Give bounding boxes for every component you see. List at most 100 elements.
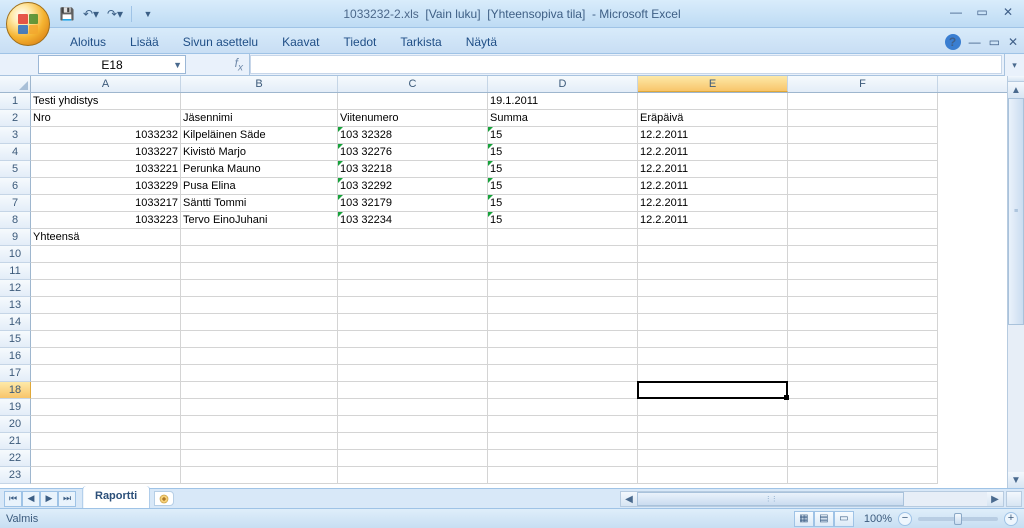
sheet-tab-raportti[interactable]: Raportti (82, 486, 150, 509)
cell[interactable] (338, 399, 488, 416)
cell[interactable] (181, 229, 338, 246)
cell[interactable] (31, 348, 181, 365)
row-header[interactable]: 4 (0, 144, 31, 161)
row-header[interactable]: 6 (0, 178, 31, 195)
cell[interactable] (181, 297, 338, 314)
workbook-minimize-button[interactable]: — (969, 35, 981, 49)
cell[interactable]: 1033232 (31, 127, 181, 144)
cell[interactable]: 15 (488, 144, 638, 161)
save-icon[interactable]: 💾 (56, 4, 78, 24)
cell[interactable] (488, 229, 638, 246)
prev-sheet-button[interactable]: ◀ (22, 491, 40, 507)
row-header[interactable]: 23 (0, 467, 31, 484)
cell[interactable]: Yhteensä (31, 229, 181, 246)
first-sheet-button[interactable]: ⏮ (4, 491, 22, 507)
cell[interactable]: 1033223 (31, 212, 181, 229)
cell[interactable] (638, 382, 788, 399)
cell[interactable] (338, 365, 488, 382)
vertical-scroll-thumb[interactable]: ≡ (1008, 98, 1024, 325)
workbook-restore-button[interactable]: ▭ (989, 35, 1000, 49)
cell[interactable] (638, 365, 788, 382)
name-box-dropdown-icon[interactable]: ▼ (173, 60, 182, 70)
cell[interactable]: Säntti Tommi (181, 195, 338, 212)
name-box[interactable]: E18 ▼ (38, 55, 186, 74)
row-header[interactable]: 12 (0, 280, 31, 297)
cell[interactable] (788, 161, 938, 178)
cell[interactable] (638, 246, 788, 263)
cell[interactable] (338, 263, 488, 280)
cell[interactable] (181, 399, 338, 416)
cell[interactable] (488, 467, 638, 484)
row-header[interactable]: 16 (0, 348, 31, 365)
zoom-in-button[interactable]: + (1004, 512, 1018, 526)
cell[interactable]: Nro (31, 110, 181, 127)
cell[interactable] (788, 93, 938, 110)
scroll-up-icon[interactable]: ▲ (1008, 82, 1024, 98)
cell[interactable]: 12.2.2011 (638, 161, 788, 178)
row-header[interactable]: 21 (0, 433, 31, 450)
cell[interactable]: Perunka Mauno (181, 161, 338, 178)
cell[interactable]: 15 (488, 195, 638, 212)
horizontal-split-handle[interactable] (1006, 491, 1022, 507)
view-normal-button[interactable]: ▦ (794, 511, 814, 527)
cell[interactable] (31, 263, 181, 280)
cell[interactable] (788, 399, 938, 416)
cell[interactable]: 15 (488, 178, 638, 195)
workbook-close-button[interactable]: ✕ (1008, 35, 1018, 49)
cell[interactable] (788, 382, 938, 399)
cell[interactable] (788, 212, 938, 229)
row-header[interactable]: 15 (0, 331, 31, 348)
cell[interactable]: 103 32292 (338, 178, 488, 195)
cell[interactable] (488, 246, 638, 263)
fx-icon[interactable]: fx (235, 56, 243, 73)
row-header[interactable]: 10 (0, 246, 31, 263)
formula-input[interactable] (250, 55, 1002, 74)
cell[interactable]: 12.2.2011 (638, 195, 788, 212)
cell[interactable] (488, 280, 638, 297)
row-header[interactable]: 11 (0, 263, 31, 280)
cell[interactable] (181, 433, 338, 450)
cell[interactable] (788, 280, 938, 297)
cell[interactable] (638, 263, 788, 280)
cell[interactable] (488, 433, 638, 450)
cell[interactable] (338, 314, 488, 331)
cell[interactable] (338, 246, 488, 263)
cell[interactable] (338, 229, 488, 246)
row-header[interactable]: 8 (0, 212, 31, 229)
zoom-percent[interactable]: 100% (864, 513, 892, 525)
cell[interactable]: 103 32234 (338, 212, 488, 229)
column-header-A[interactable]: A (31, 76, 181, 92)
cell[interactable] (638, 467, 788, 484)
row-header[interactable]: 7 (0, 195, 31, 212)
cell[interactable]: 15 (488, 212, 638, 229)
cell[interactable]: 15 (488, 127, 638, 144)
cell[interactable] (338, 280, 488, 297)
cell[interactable] (788, 297, 938, 314)
tab-tarkista[interactable]: Tarkista (388, 30, 453, 53)
cell[interactable]: 15 (488, 161, 638, 178)
cell[interactable] (788, 127, 938, 144)
cell[interactable] (31, 314, 181, 331)
cell[interactable] (181, 93, 338, 110)
cell[interactable] (638, 348, 788, 365)
cell[interactable]: 1033227 (31, 144, 181, 161)
cell[interactable]: Tervo EinoJuhani (181, 212, 338, 229)
cell[interactable] (338, 450, 488, 467)
cell[interactable] (638, 93, 788, 110)
next-sheet-button[interactable]: ▶ (40, 491, 58, 507)
cell[interactable] (31, 382, 181, 399)
cell[interactable]: 1033229 (31, 178, 181, 195)
cell[interactable] (788, 450, 938, 467)
cell[interactable] (488, 263, 638, 280)
column-header-E[interactable]: E (638, 76, 788, 92)
cell[interactable] (638, 297, 788, 314)
cell[interactable] (31, 416, 181, 433)
cell[interactable] (788, 144, 938, 161)
cell[interactable] (788, 416, 938, 433)
cell[interactable] (181, 246, 338, 263)
view-pagebreak-button[interactable]: ▭ (834, 511, 854, 527)
cell[interactable] (638, 314, 788, 331)
cell[interactable] (181, 331, 338, 348)
tab-lisaa[interactable]: Lisää (118, 30, 171, 53)
row-header[interactable]: 1 (0, 93, 31, 110)
